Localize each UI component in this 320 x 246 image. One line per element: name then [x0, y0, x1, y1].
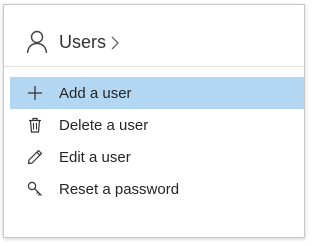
key-icon	[27, 181, 43, 197]
menu-item-label: Delete a user	[59, 117, 149, 134]
menu-item-label: Add a user	[59, 85, 132, 102]
users-header[interactable]: Users	[4, 5, 304, 67]
menu-item-label: Reset a password	[59, 181, 180, 198]
menu-item-edit-user[interactable]: Edit a user	[10, 141, 304, 173]
chevron-right-icon	[110, 36, 120, 50]
plus-icon	[27, 85, 43, 101]
users-action-menu: Add a user Delete a user Edit a user Res…	[10, 77, 304, 205]
pencil-icon	[27, 149, 43, 165]
menu-item-label: Edit a user	[59, 149, 131, 166]
menu-item-reset-password[interactable]: Reset a password	[10, 173, 304, 205]
menu-item-delete-user[interactable]: Delete a user	[10, 109, 304, 141]
trash-icon	[27, 117, 43, 133]
menu-item-add-user[interactable]: Add a user	[10, 77, 304, 109]
users-title: Users	[59, 32, 107, 52]
user-icon	[26, 30, 48, 54]
users-menu-panel: Users Add a user Delete a user Edit a us…	[3, 4, 305, 238]
